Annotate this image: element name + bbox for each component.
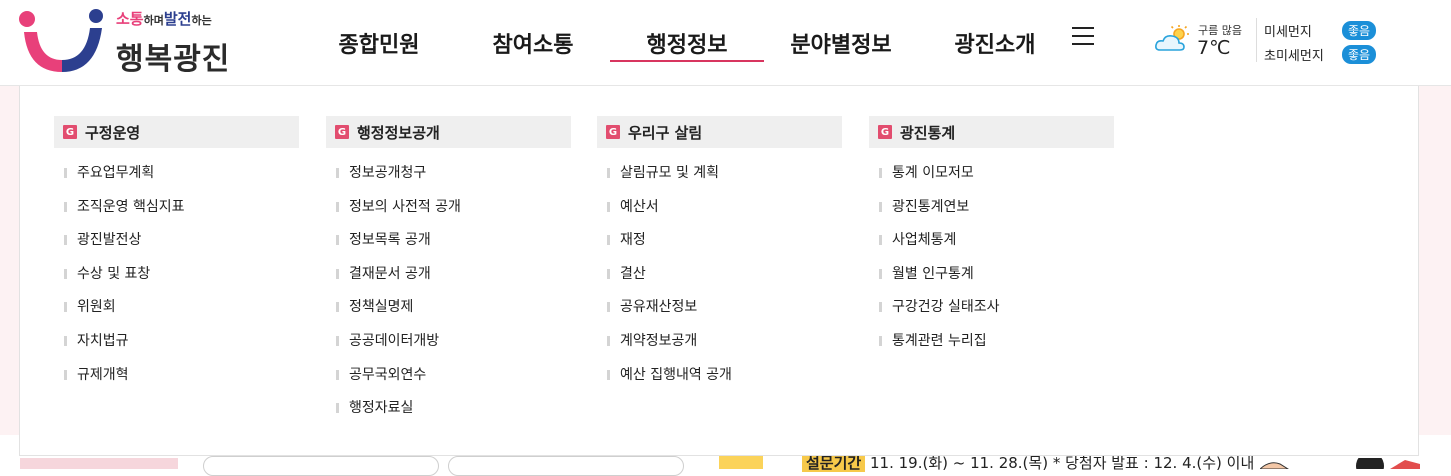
submenu-heading-label: 구정운영 bbox=[85, 123, 141, 142]
submenu-heading[interactable]: G 우리구 살림 bbox=[597, 116, 842, 148]
banner-thumbnail[interactable] bbox=[20, 458, 178, 469]
submenu-item[interactable]: 위원회 bbox=[54, 295, 299, 329]
g-bullet-icon: G bbox=[63, 125, 77, 139]
survey-period-dates: 11. 19.(화) ~ 11. 28.(목) * 당첨자 발표 : 12. 4… bbox=[869, 454, 1255, 472]
submenu-column-info-disclosure: G 행정정보공개 정보공개청구 정보의 사전적 공개 정보목록 공개 결재문서 … bbox=[326, 116, 571, 430]
illustration-icon bbox=[1260, 458, 1420, 469]
submenu-item[interactable]: 공공데이터개방 bbox=[326, 329, 571, 363]
search-field-2[interactable] bbox=[448, 456, 684, 476]
submenu-heading-label: 행정정보공개 bbox=[357, 123, 440, 142]
submenu-heading[interactable]: G 행정정보공개 bbox=[326, 116, 571, 148]
weather-description: 구름 많음 bbox=[1198, 24, 1242, 37]
submenu-item[interactable]: 행정자료실 bbox=[326, 396, 571, 430]
submenu-item[interactable]: 통계 이모저모 bbox=[869, 161, 1114, 195]
submenu-item[interactable]: 사업체통계 bbox=[869, 228, 1114, 262]
g-bullet-icon: G bbox=[878, 125, 892, 139]
nav-item-administration[interactable]: 행정정보 bbox=[610, 0, 764, 86]
submenu-item[interactable]: 재정 bbox=[597, 228, 842, 262]
fine-dust-row: 미세먼지 좋음 bbox=[1264, 20, 1377, 40]
ultrafine-dust-status-badge: 좋음 bbox=[1342, 44, 1377, 64]
main-nav: 종합민원 참여소통 행정정보 분야별정보 광진소개 bbox=[302, 0, 1072, 86]
nav-item-civil-service[interactable]: 종합민원 bbox=[302, 0, 456, 86]
submenu-column-operations: G 구정운영 주요업무계획 조직운영 핵심지표 광진발전상 수상 및 표창 위원… bbox=[54, 116, 299, 396]
event-banner-tag bbox=[719, 456, 763, 469]
submenu-item[interactable]: 예산 집행내역 공개 bbox=[597, 363, 842, 397]
fine-dust-status-badge: 좋음 bbox=[1342, 20, 1377, 40]
submenu-item[interactable]: 예산서 bbox=[597, 195, 842, 229]
submenu-column-budget: G 우리구 살림 살림규모 및 계획 예산서 재정 결산 공유재산정보 계약정보… bbox=[597, 116, 842, 396]
divider bbox=[1256, 18, 1257, 62]
cloud-sun-icon bbox=[1155, 25, 1189, 51]
submenu-item[interactable]: 주요업무계획 bbox=[54, 161, 299, 195]
weather-temperature: 7℃ bbox=[1197, 37, 1231, 59]
submenu-item[interactable]: 결재문서 공개 bbox=[326, 262, 571, 296]
nav-item-participation[interactable]: 참여소통 bbox=[456, 0, 610, 86]
submenu-item[interactable]: 통계관련 누리집 bbox=[869, 329, 1114, 363]
submenu-item[interactable]: 규제개혁 bbox=[54, 363, 299, 397]
submenu-heading[interactable]: G 광진통계 bbox=[869, 116, 1114, 148]
logo-tagline: 소통하며발전하는 bbox=[116, 10, 212, 28]
submenu-item[interactable]: 광진발전상 bbox=[54, 228, 299, 262]
weather-widget: 구름 많음 7℃ bbox=[1154, 20, 1254, 64]
submenu-heading[interactable]: G 구정운영 bbox=[54, 116, 299, 148]
hamburger-icon[interactable] bbox=[1070, 24, 1096, 48]
submenu-column-statistics: G 광진통계 통계 이모저모 광진통계연보 사업체통계 월별 인구통계 구강건강… bbox=[869, 116, 1114, 363]
submenu-item[interactable]: 구강건강 실태조사 bbox=[869, 295, 1114, 329]
ultrafine-dust-label: 초미세먼지 bbox=[1264, 48, 1324, 64]
submenu-item[interactable]: 결산 bbox=[597, 262, 842, 296]
site-header: 소통하며발전하는 행복광진 종합민원 참여소통 행정정보 분야별정보 광진소개 … bbox=[0, 0, 1451, 86]
fine-dust-label: 미세먼지 bbox=[1264, 24, 1312, 40]
logo-smile-icon bbox=[19, 9, 103, 72]
submenu-item[interactable]: 정책실명제 bbox=[326, 295, 571, 329]
nav-item-about[interactable]: 광진소개 bbox=[918, 0, 1072, 86]
survey-period-badge: 설문기간 bbox=[802, 454, 866, 472]
g-bullet-icon: G bbox=[335, 125, 349, 139]
logo-title: 행복광진 bbox=[116, 42, 231, 77]
submenu-item[interactable]: 정보공개청구 bbox=[326, 161, 571, 195]
submenu-item[interactable]: 조직운영 핵심지표 bbox=[54, 195, 299, 229]
submenu-item[interactable]: 공유재산정보 bbox=[597, 295, 842, 329]
submenu-item[interactable]: 정보의 사전적 공개 bbox=[326, 195, 571, 229]
submenu-item[interactable]: 월별 인구통계 bbox=[869, 262, 1114, 296]
submenu-heading-label: 우리구 살림 bbox=[628, 123, 703, 142]
submenu-item[interactable]: 수상 및 표창 bbox=[54, 262, 299, 296]
mega-dropdown-menu: G 구정운영 주요업무계획 조직운영 핵심지표 광진발전상 수상 및 표창 위원… bbox=[19, 86, 1419, 456]
submenu-item[interactable]: 정보목록 공개 bbox=[326, 228, 571, 262]
search-field-1[interactable] bbox=[203, 456, 439, 476]
ultrafine-dust-row: 초미세먼지 좋음 bbox=[1264, 44, 1377, 64]
submenu-item[interactable]: 살림규모 및 계획 bbox=[597, 161, 842, 195]
g-bullet-icon: G bbox=[606, 125, 620, 139]
submenu-item[interactable]: 광진통계연보 bbox=[869, 195, 1114, 229]
site-logo[interactable]: 소통하며발전하는 행복광진 bbox=[18, 6, 233, 77]
submenu-item[interactable]: 공무국외연수 bbox=[326, 363, 571, 397]
submenu-item[interactable]: 계약정보공개 bbox=[597, 329, 842, 363]
nav-item-field-info[interactable]: 분야별정보 bbox=[764, 0, 918, 86]
submenu-heading-label: 광진통계 bbox=[900, 123, 956, 142]
submenu-item[interactable]: 자치법규 bbox=[54, 329, 299, 363]
